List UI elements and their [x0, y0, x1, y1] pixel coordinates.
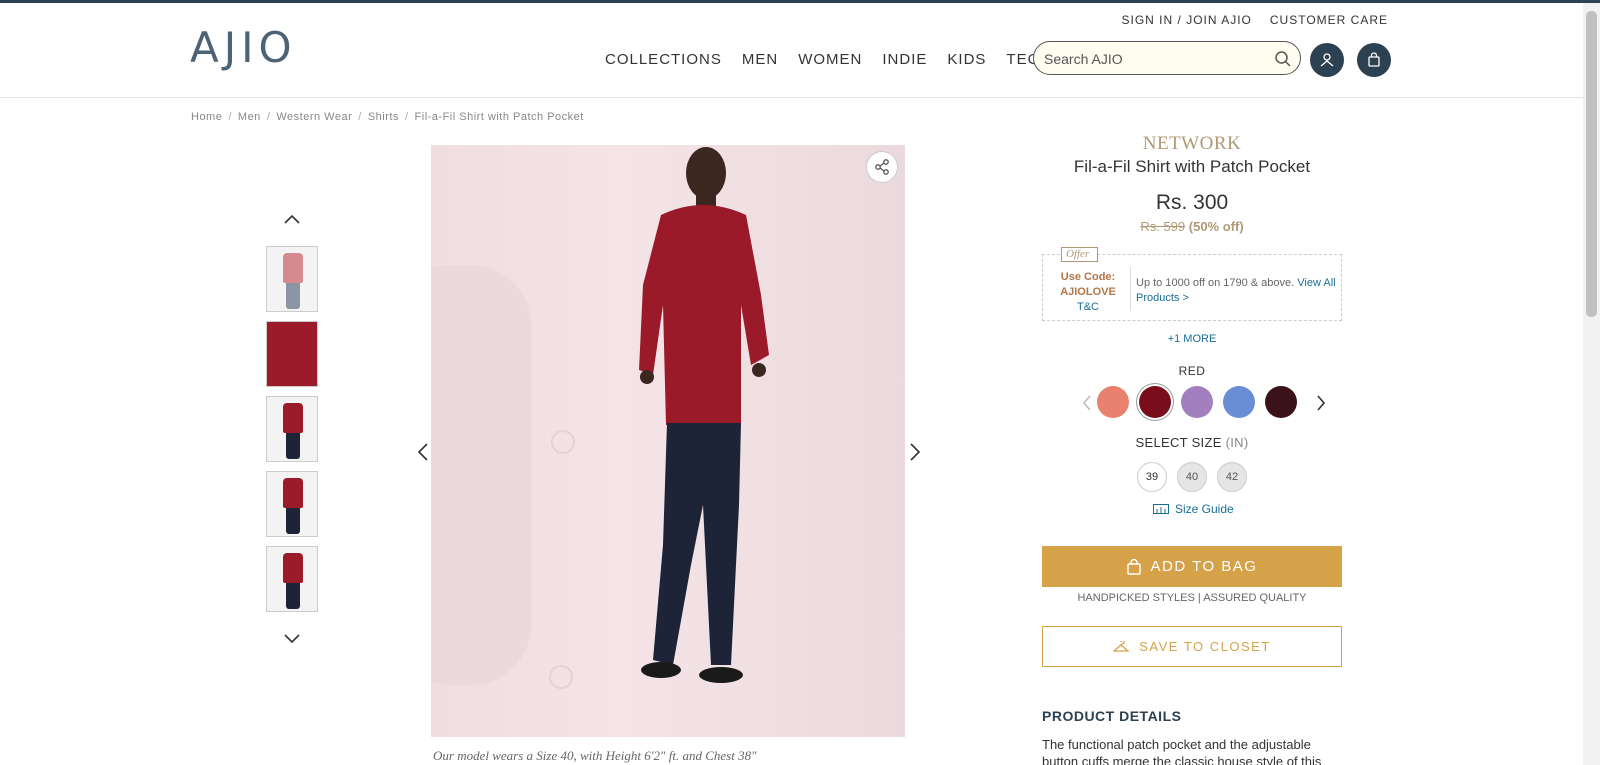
user-icon [1320, 53, 1334, 67]
link-separator: / [1177, 13, 1182, 27]
thumbnail[interactable] [266, 396, 318, 462]
main-nav: COLLECTIONS MEN WOMEN INDIE KIDS TECH [605, 51, 1051, 68]
terms-link[interactable]: T&C [1053, 300, 1123, 315]
color-swatch-selected[interactable] [1139, 386, 1171, 418]
color-swatches [1071, 386, 1326, 420]
discount-label: (50% off) [1188, 219, 1244, 234]
nav-men[interactable]: MEN [742, 51, 778, 68]
size-label-text: SELECT SIZE [1135, 435, 1222, 450]
offer-tag: Offer [1061, 247, 1099, 262]
chevron-up-icon[interactable] [282, 212, 302, 226]
join-ajio-label: JOIN AJIO [1186, 13, 1252, 27]
product-details-heading: PRODUCT DETAILS [1042, 708, 1182, 724]
brand-name[interactable]: NETWORK [1042, 133, 1342, 155]
search-input[interactable] [1044, 49, 1264, 69]
color-swatch[interactable] [1097, 386, 1129, 418]
bag-button[interactable] [1357, 43, 1391, 77]
chevron-down-icon[interactable] [282, 632, 302, 646]
breadcrumb-home[interactable]: Home [191, 111, 222, 123]
breadcrumb-men[interactable]: Men [238, 111, 261, 123]
prev-image-icon[interactable] [416, 442, 430, 462]
scrollbar-thumb[interactable] [1586, 11, 1597, 317]
mrp-line: Rs. 599 (50% off) [1042, 219, 1342, 234]
color-swatch[interactable] [1181, 386, 1213, 418]
size-guide-link[interactable]: Size Guide [1153, 502, 1234, 516]
nav-indie[interactable]: INDIE [882, 51, 927, 68]
bag-icon [1126, 558, 1141, 575]
next-image-icon[interactable] [908, 442, 922, 462]
size-option[interactable]: 42 [1217, 462, 1247, 492]
ajio-logo[interactable]: AJIO [190, 24, 297, 72]
offer-code-value: AJIOLOVE [1060, 286, 1116, 298]
chevron-left-icon[interactable] [1081, 394, 1093, 412]
top-links: SIGN IN / JOIN AJIO CUSTOMER CARE [1121, 13, 1388, 27]
original-price: Rs. 599 [1140, 219, 1186, 234]
ruler-icon [1153, 504, 1169, 514]
color-swatch[interactable] [1223, 386, 1255, 418]
save-to-closet-label: SAVE TO CLOSET [1139, 639, 1271, 654]
thumbnail-list [266, 246, 318, 621]
product-price: Rs. 300 [1155, 191, 1229, 214]
size-guide-label: Size Guide [1175, 502, 1234, 516]
color-swatch[interactable] [1265, 386, 1297, 418]
search-icon[interactable] [1274, 50, 1292, 68]
offer-code: Use Code: AJIOLOVE T&C [1053, 270, 1123, 315]
offer-text: Up to 1000 off on 1790 & above. [1136, 277, 1295, 289]
search-box [1033, 41, 1301, 75]
breadcrumb-current: Fil-a-Fil Shirt with Patch Pocket [414, 111, 584, 123]
size-unit: (IN) [1225, 435, 1249, 450]
add-to-bag-label: ADD TO BAG [1150, 558, 1258, 575]
share-button[interactable] [866, 151, 898, 183]
thumbnail[interactable] [266, 546, 318, 612]
assured-quality-text: HANDPICKED STYLES | ASSURED QUALITY [1077, 592, 1307, 604]
chevron-right-icon[interactable] [1315, 394, 1327, 412]
thumbnail[interactable] [266, 246, 318, 312]
share-icon [875, 159, 889, 175]
product-info: NETWORK Fil-a-Fil Shirt with Patch Pocke… [1042, 133, 1342, 234]
nav-women[interactable]: WOMEN [798, 51, 862, 68]
thumbnail[interactable] [266, 321, 318, 387]
product-details-text: The functional patch pocket and the adju… [1042, 737, 1322, 765]
nav-collections[interactable]: COLLECTIONS [605, 51, 722, 68]
add-to-bag-button[interactable]: ADD TO BAG [1042, 546, 1342, 587]
model-figure [639, 147, 769, 683]
offer-description: Up to 1000 off on 1790 & above. View All… [1136, 276, 1336, 306]
breadcrumb-separator: / [404, 111, 409, 123]
breadcrumb: Home / Men / Western Wear / Shirts / Fil-a-F… [191, 111, 584, 123]
selected-color-label: RED [1178, 364, 1206, 378]
breadcrumb-western-wear[interactable]: Western Wear [276, 111, 352, 123]
breadcrumb-separator: / [228, 111, 232, 123]
bag-icon [1368, 52, 1380, 67]
size-option[interactable]: 39 [1137, 462, 1167, 492]
page-scrollbar[interactable] [1583, 3, 1600, 765]
account-button[interactable] [1310, 43, 1344, 77]
model-size-note: Our model wears a Size 40, with Height 6… [433, 748, 757, 763]
size-options: 39 40 42 [1137, 462, 1247, 492]
sign-in-label: SIGN IN [1121, 13, 1174, 27]
thumbnail[interactable] [266, 471, 318, 537]
offer-divider [1130, 267, 1131, 311]
customer-care-link[interactable]: CUSTOMER CARE [1270, 13, 1388, 27]
offer-code-label: Use Code: [1060, 271, 1116, 283]
product-main-image[interactable] [431, 145, 905, 737]
breadcrumb-shirts[interactable]: Shirts [368, 111, 399, 123]
size-option[interactable]: 40 [1177, 462, 1207, 492]
save-to-closet-button[interactable]: SAVE TO CLOSET [1042, 626, 1342, 667]
breadcrumb-separator: / [266, 111, 271, 123]
site-header: AJIO SIGN IN / JOIN AJIO CUSTOMER CARE C… [0, 3, 1583, 98]
hanger-icon [1113, 640, 1130, 652]
more-offers-link[interactable]: +1 MORE [1042, 333, 1342, 345]
product-name: Fil-a-Fil Shirt with Patch Pocket [1073, 157, 1311, 176]
breadcrumb-separator: / [358, 111, 362, 123]
nav-kids[interactable]: KIDS [947, 51, 986, 68]
offer-box: Offer Use Code: AJIOLOVE T&C Up to 1000 … [1042, 247, 1342, 321]
sign-in-link[interactable]: SIGN IN / JOIN AJIO [1121, 13, 1251, 27]
select-size-label: SELECT SIZE (IN) [1042, 435, 1342, 450]
